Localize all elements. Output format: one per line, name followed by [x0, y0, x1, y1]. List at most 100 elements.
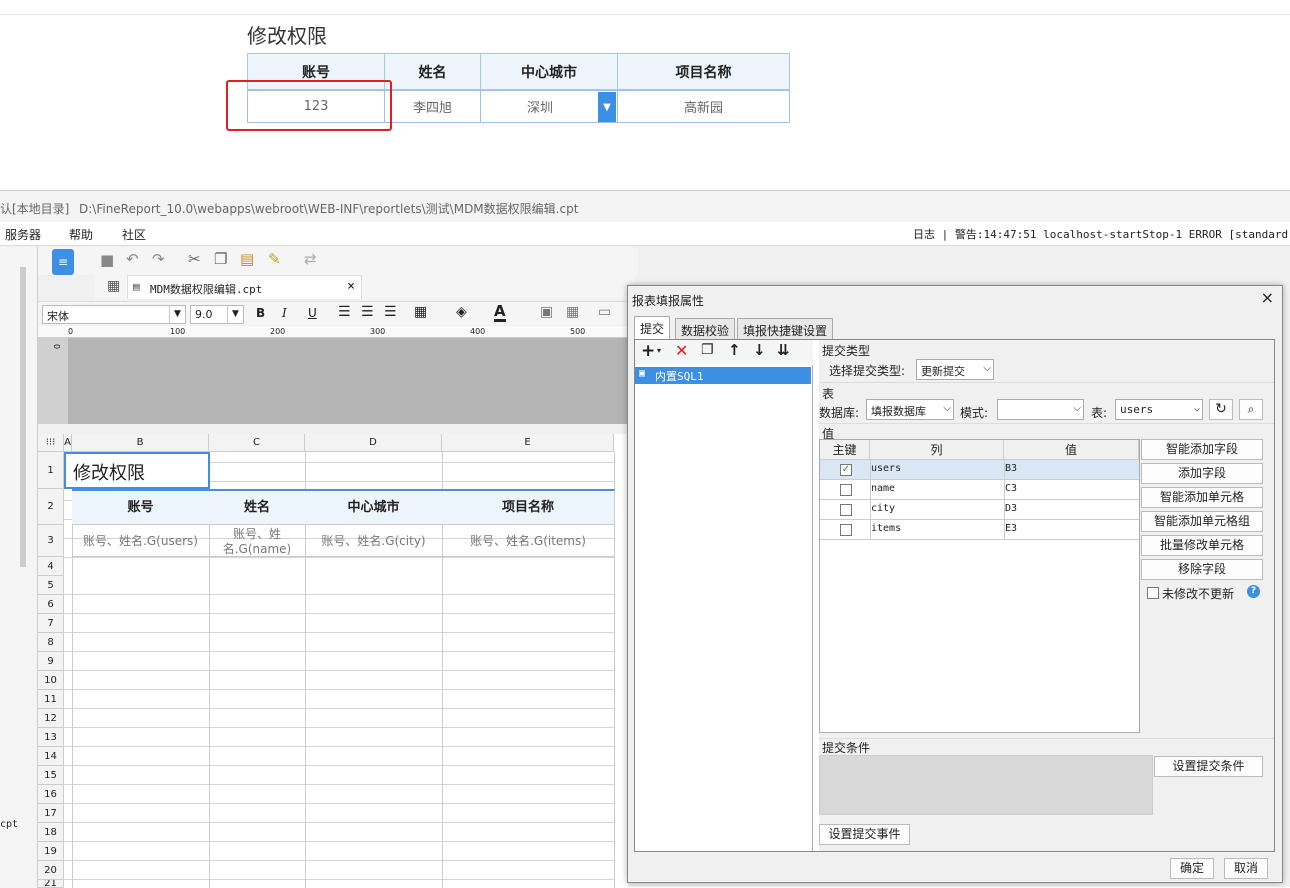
- row-header[interactable]: 11: [38, 690, 64, 709]
- row-header[interactable]: 13: [38, 728, 64, 747]
- row-header[interactable]: 16: [38, 785, 64, 804]
- smart-add-cell-group-button[interactable]: 智能添加单元格组: [1141, 511, 1263, 532]
- city-select[interactable]: 深圳 ▼: [480, 90, 618, 123]
- col-header-c[interactable]: C: [209, 434, 305, 452]
- row-header[interactable]: 19: [38, 842, 64, 861]
- move-bottom-icon[interactable]: ⇊: [777, 341, 790, 359]
- table-row[interactable]: ✓ users B3: [820, 460, 1139, 480]
- font-family-select[interactable]: 宋体 ▼: [42, 305, 186, 324]
- smart-add-cell-button[interactable]: 智能添加单元格: [1141, 487, 1263, 508]
- cell-b3[interactable]: 账号、姓名.G(users): [72, 525, 210, 557]
- preview-table-button[interactable]: ⌕: [1239, 399, 1263, 420]
- row-header[interactable]: 15: [38, 766, 64, 785]
- cut-icon[interactable]: ✂: [188, 250, 201, 268]
- scrollbar[interactable]: [20, 267, 26, 567]
- cell-b1[interactable]: 修改权限: [64, 452, 210, 489]
- menu-community[interactable]: 社区: [122, 226, 146, 243]
- bold-button[interactable]: B: [256, 306, 265, 320]
- col-header-a[interactable]: A: [64, 434, 72, 452]
- remove-field-button[interactable]: 移除字段: [1141, 559, 1263, 580]
- underline-button[interactable]: U: [308, 306, 317, 320]
- save-icon[interactable]: ■: [100, 251, 114, 269]
- cell-d3[interactable]: 账号、姓名.G(city): [305, 525, 443, 557]
- no-update-checkbox[interactable]: [1147, 587, 1159, 599]
- chevron-down-icon[interactable]: ▼: [598, 92, 616, 122]
- submit-type-select[interactable]: 更新提交 ⌵: [916, 359, 994, 380]
- list-item-sql1[interactable]: ▣ 内置SQL1: [635, 367, 811, 384]
- row-header[interactable]: 2: [38, 489, 64, 525]
- row-header[interactable]: 3: [38, 525, 64, 557]
- more-icon[interactable]: ▭: [598, 304, 611, 320]
- tab-data-validation[interactable]: 数据校验: [675, 318, 736, 339]
- set-condition-button[interactable]: 设置提交条件: [1154, 756, 1263, 777]
- row-header[interactable]: 12: [38, 709, 64, 728]
- database-select[interactable]: 填报数据库 ⌵: [866, 399, 954, 420]
- format-brush-icon[interactable]: ✎: [268, 250, 281, 268]
- select-all-corner[interactable]: ⁝⁝⁝: [38, 434, 64, 452]
- refresh-button[interactable]: ↻: [1209, 399, 1233, 420]
- grid-icon[interactable]: ▦: [107, 278, 120, 294]
- cell-e3[interactable]: 账号、姓名.G(items): [442, 525, 615, 557]
- primary-key-checkbox[interactable]: [840, 504, 852, 516]
- primary-key-checkbox[interactable]: [840, 524, 852, 536]
- report-icon[interactable]: ≡: [52, 249, 74, 275]
- table-row[interactable]: name C3: [820, 480, 1139, 500]
- cell-c2[interactable]: 姓名: [209, 489, 306, 525]
- menu-server[interactable]: 服务器: [5, 226, 41, 243]
- cell-e2[interactable]: 项目名称: [442, 489, 615, 525]
- cancel-button[interactable]: 取消: [1224, 858, 1268, 879]
- table-row[interactable]: items E3: [820, 520, 1139, 540]
- copy-icon[interactable]: ❐: [701, 342, 714, 358]
- align-right-icon[interactable]: ☰: [384, 304, 397, 320]
- delete-icon[interactable]: ✕: [675, 341, 688, 360]
- ok-button[interactable]: 确定: [1170, 858, 1214, 879]
- schema-select[interactable]: ⌵: [997, 399, 1084, 420]
- cell-d2[interactable]: 中心城市: [305, 489, 443, 525]
- primary-key-checkbox[interactable]: ✓: [840, 464, 852, 476]
- font-size-select[interactable]: 9.0 ▼: [190, 305, 244, 324]
- log-status[interactable]: 日志 | 警告:14:47:51 localhost-startStop-1 E…: [913, 226, 1290, 242]
- row-header[interactable]: 14: [38, 747, 64, 766]
- unmerge-icon[interactable]: ▦: [566, 304, 579, 320]
- align-center-icon[interactable]: ☰: [361, 304, 374, 320]
- set-submit-event-button[interactable]: 设置提交事件: [819, 824, 910, 845]
- cell-b2[interactable]: 账号: [72, 489, 210, 525]
- batch-modify-cell-button[interactable]: 批量修改单元格: [1141, 535, 1263, 556]
- table-select[interactable]: users ⌵: [1115, 399, 1203, 420]
- close-icon[interactable]: ×: [347, 279, 355, 294]
- row-header[interactable]: 9: [38, 652, 64, 671]
- tab-submit[interactable]: 提交: [634, 316, 671, 339]
- move-up-icon[interactable]: ↑: [728, 341, 741, 359]
- border-icon[interactable]: ▦: [414, 304, 427, 320]
- col-header-b[interactable]: B: [72, 434, 209, 452]
- row-header[interactable]: 10: [38, 671, 64, 690]
- smart-add-field-button[interactable]: 智能添加字段: [1141, 439, 1263, 460]
- italic-button[interactable]: I: [282, 306, 287, 320]
- fill-color-icon[interactable]: ◈: [456, 304, 467, 320]
- row-header[interactable]: 8: [38, 633, 64, 652]
- col-header-e[interactable]: E: [442, 434, 614, 452]
- row-header[interactable]: 4: [38, 557, 64, 576]
- row-header[interactable]: 1: [38, 452, 64, 489]
- redo-icon[interactable]: ↷: [152, 250, 165, 268]
- merge-icon[interactable]: ▣: [540, 304, 553, 320]
- refresh-icon[interactable]: ⇄: [304, 250, 317, 268]
- row-header[interactable]: 17: [38, 804, 64, 823]
- file-tab[interactable]: ▤ MDM数据权限编辑.cpt ×: [127, 275, 362, 299]
- project-cell[interactable]: 高新园: [617, 90, 790, 123]
- align-left-icon[interactable]: ☰: [338, 304, 351, 320]
- col-header-d[interactable]: D: [305, 434, 442, 452]
- paste-icon[interactable]: ▤: [240, 250, 254, 268]
- chevron-down-icon[interactable]: ▾: [657, 346, 661, 355]
- undo-icon[interactable]: ↶: [126, 250, 139, 268]
- add-icon[interactable]: +: [641, 341, 655, 361]
- move-down-icon[interactable]: ↓: [753, 341, 766, 359]
- copy-icon[interactable]: ❐: [214, 250, 227, 268]
- row-header[interactable]: 5: [38, 576, 64, 595]
- add-field-button[interactable]: 添加字段: [1141, 463, 1263, 484]
- menu-help[interactable]: 帮助: [69, 226, 93, 243]
- row-header[interactable]: 20: [38, 861, 64, 880]
- row-header[interactable]: 18: [38, 823, 64, 842]
- help-icon[interactable]: ?: [1247, 585, 1260, 598]
- close-icon[interactable]: ×: [1261, 288, 1274, 307]
